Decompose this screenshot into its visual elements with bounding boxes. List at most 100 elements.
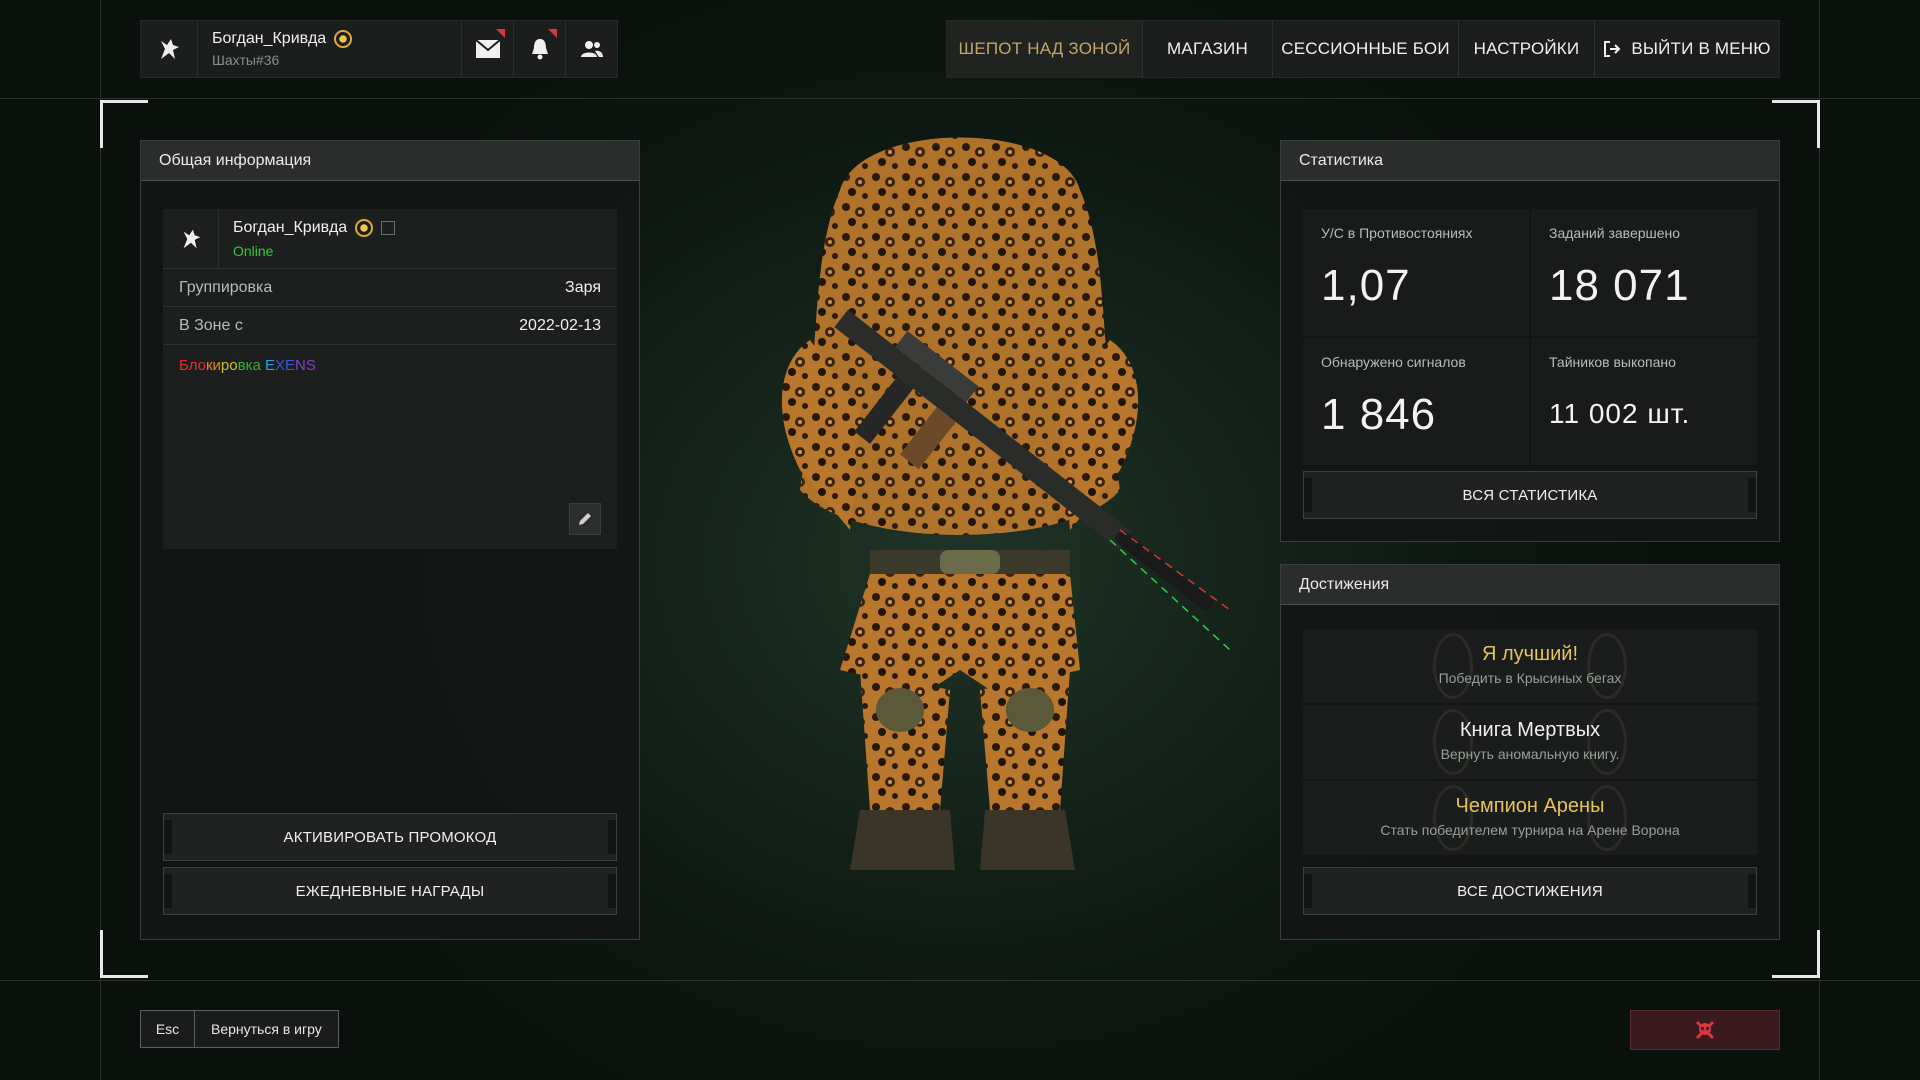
friends-icon bbox=[580, 41, 603, 57]
sun-badge-icon bbox=[355, 218, 374, 237]
achievement-item[interactable]: Я лучший! Победить в Крысиных бегах bbox=[1303, 629, 1757, 703]
frame-line-top bbox=[0, 98, 1920, 99]
stat-kd-value: 1,07 bbox=[1321, 261, 1411, 310]
edit-bio-button[interactable] bbox=[569, 503, 601, 535]
stat-kd-label: У/С в Противостояниях bbox=[1321, 225, 1473, 241]
friends-button[interactable] bbox=[565, 21, 617, 77]
notifications-button[interactable] bbox=[513, 21, 565, 77]
stat-tasks-value: 18 071 bbox=[1549, 261, 1690, 310]
laurel-icon bbox=[1433, 709, 1473, 775]
stat-caches-value: 11 002 шт. bbox=[1549, 398, 1691, 429]
achievement-item[interactable]: Чемпион Арены Стать победителем турнира … bbox=[1303, 781, 1757, 855]
achievement-desc: Победить в Крысиных бегах bbox=[1438, 670, 1622, 686]
wolf-icon[interactable] bbox=[141, 21, 197, 77]
button-edge-left bbox=[164, 820, 172, 854]
copy-icon[interactable] bbox=[381, 220, 396, 235]
achievement-title: Я лучший! bbox=[1481, 643, 1579, 665]
bio-rainbow-text: Блокировка EXENS bbox=[179, 357, 316, 374]
return-to-game-button[interactable]: Esc Вернуться в игру bbox=[140, 1010, 339, 1048]
achievements-panel: Достижения Я лучший! Победить в Крысиных… bbox=[1280, 564, 1780, 940]
user-info-card: Богдан_Кривда Online Группировка Заря В … bbox=[163, 208, 617, 549]
stats-grid: У/С в Противостояниях 1,07 Заданий завер… bbox=[1303, 209, 1757, 465]
main-nav: ШЕПОТ НАД ЗОНОЙ МАГАЗИН СЕССИОННЫЕ БОИ Н… bbox=[946, 20, 1780, 78]
stats-panel: Статистика У/С в Противостояниях 1,07 За… bbox=[1280, 140, 1780, 542]
esc-key: Esc bbox=[141, 1011, 195, 1047]
all-achievements-label: ВСЕ ДОСТИЖЕНИЯ bbox=[1457, 882, 1603, 900]
profile-server: Шахты#36 bbox=[212, 52, 280, 68]
achievement-desc: Вернуть аномальную книгу. bbox=[1440, 746, 1620, 762]
nav-whisper[interactable]: ШЕПОТ НАД ЗОНОЙ bbox=[947, 21, 1143, 77]
profile-name: Богдан_Кривда bbox=[212, 30, 327, 47]
stats-title: Статистика bbox=[1281, 141, 1779, 181]
button-edge-left bbox=[1304, 478, 1312, 512]
general-info-panel: Общая информация Богдан_Кривда Online Гр… bbox=[140, 140, 640, 940]
stat-tasks: Заданий завершено 18 071 bbox=[1531, 209, 1757, 336]
stat-signals: Обнаружено сигналов 1 846 bbox=[1303, 338, 1529, 465]
achievement-item[interactable]: Книга Мертвых Вернуть аномальную книгу. bbox=[1303, 705, 1757, 779]
bell-notification-dot bbox=[548, 29, 557, 38]
laurel-icon bbox=[1587, 709, 1627, 775]
user-avatar[interactable] bbox=[163, 208, 219, 269]
skull-crossbones-icon bbox=[1695, 1020, 1715, 1040]
mail-notification-dot bbox=[496, 29, 505, 38]
stat-signals-label: Обнаружено сигналов bbox=[1321, 354, 1466, 370]
nav-exit[interactable]: ВЫЙТИ В МЕНЮ bbox=[1595, 21, 1779, 77]
wolf-avatar-icon bbox=[183, 229, 200, 248]
daily-rewards-label: ЕЖЕДНЕВНЫЕ НАГРАДЫ bbox=[295, 882, 485, 900]
laurel-icon bbox=[1433, 785, 1473, 851]
achievement-desc: Стать победителем турнира на Арене Ворон… bbox=[1380, 822, 1680, 838]
daily-rewards-button[interactable]: ЕЖЕДНЕВНЫЕ НАГРАДЫ bbox=[163, 867, 617, 915]
faction-value: Заря bbox=[565, 278, 601, 296]
nav-session-battles[interactable]: СЕССИОННЫЕ БОИ bbox=[1273, 21, 1459, 77]
profile-bar: Богдан_Кривда Шахты#36 bbox=[140, 20, 618, 78]
frame-line-bottom bbox=[0, 980, 1920, 981]
general-info-title: Общая информация bbox=[141, 141, 639, 181]
character-model[interactable] bbox=[690, 110, 1231, 970]
all-stats-label: ВСЯ СТАТИСТИКА bbox=[1462, 486, 1598, 504]
laurel-icon bbox=[1433, 633, 1473, 699]
bio-text: Блокировка EXENS bbox=[163, 345, 617, 386]
skull-button[interactable] bbox=[1630, 1010, 1780, 1050]
button-edge-left bbox=[1304, 874, 1312, 908]
button-edge-left bbox=[164, 874, 172, 908]
zone-since-value: 2022-02-13 bbox=[519, 316, 601, 334]
profile-name-block[interactable]: Богдан_Кривда Шахты#36 bbox=[197, 21, 461, 77]
button-edge-right bbox=[608, 820, 616, 854]
mail-icon bbox=[474, 39, 501, 58]
user-name: Богдан_Кривда bbox=[233, 218, 348, 236]
nav-settings[interactable]: НАСТРОЙКИ bbox=[1459, 21, 1595, 77]
achievement-title: Книга Мертвых bbox=[1459, 719, 1601, 741]
frame-line-right bbox=[1819, 0, 1820, 1080]
faction-label: Группировка bbox=[179, 278, 273, 296]
stat-signals-value: 1 846 bbox=[1321, 390, 1437, 439]
exit-icon bbox=[1604, 41, 1621, 57]
user-status: Online bbox=[233, 242, 274, 259]
stat-kd: У/С в Противостояниях 1,07 bbox=[1303, 209, 1529, 336]
all-achievements-button[interactable]: ВСЕ ДОСТИЖЕНИЯ bbox=[1303, 867, 1757, 915]
sun-badge-icon bbox=[334, 30, 353, 48]
zone-since-row: В Зоне с 2022-02-13 bbox=[163, 307, 617, 345]
stat-caches: Тайников выкопано 11 002 шт. bbox=[1531, 338, 1757, 465]
nav-shop[interactable]: МАГАЗИН bbox=[1143, 21, 1273, 77]
user-row: Богдан_Кривда Online bbox=[163, 208, 617, 269]
button-edge-right bbox=[608, 874, 616, 908]
nav-exit-label: ВЫЙТИ В МЕНЮ bbox=[1631, 39, 1771, 58]
return-to-game-label: Вернуться в игру bbox=[211, 1021, 322, 1037]
button-edge-right bbox=[1748, 874, 1756, 908]
laurel-icon bbox=[1587, 785, 1627, 851]
bell-icon bbox=[531, 39, 548, 60]
laurel-icon bbox=[1587, 633, 1627, 699]
faction-row: Группировка Заря bbox=[163, 269, 617, 307]
frame-line-left bbox=[100, 0, 101, 1080]
mail-button[interactable] bbox=[461, 21, 513, 77]
stat-tasks-label: Заданий завершено bbox=[1549, 225, 1681, 241]
achievement-title: Чемпион Арены bbox=[1455, 795, 1605, 817]
button-edge-right bbox=[1748, 478, 1756, 512]
zone-since-label: В Зоне с bbox=[179, 316, 243, 334]
achievements-title: Достижения bbox=[1281, 565, 1779, 605]
all-stats-button[interactable]: ВСЯ СТАТИСТИКА bbox=[1303, 471, 1757, 519]
activate-promo-button[interactable]: АКТИВИРОВАТЬ ПРОМОКОД bbox=[163, 813, 617, 861]
stat-caches-label: Тайников выкопано bbox=[1549, 354, 1676, 370]
pencil-icon bbox=[579, 513, 591, 525]
activate-promo-label: АКТИВИРОВАТЬ ПРОМОКОД bbox=[283, 828, 497, 846]
